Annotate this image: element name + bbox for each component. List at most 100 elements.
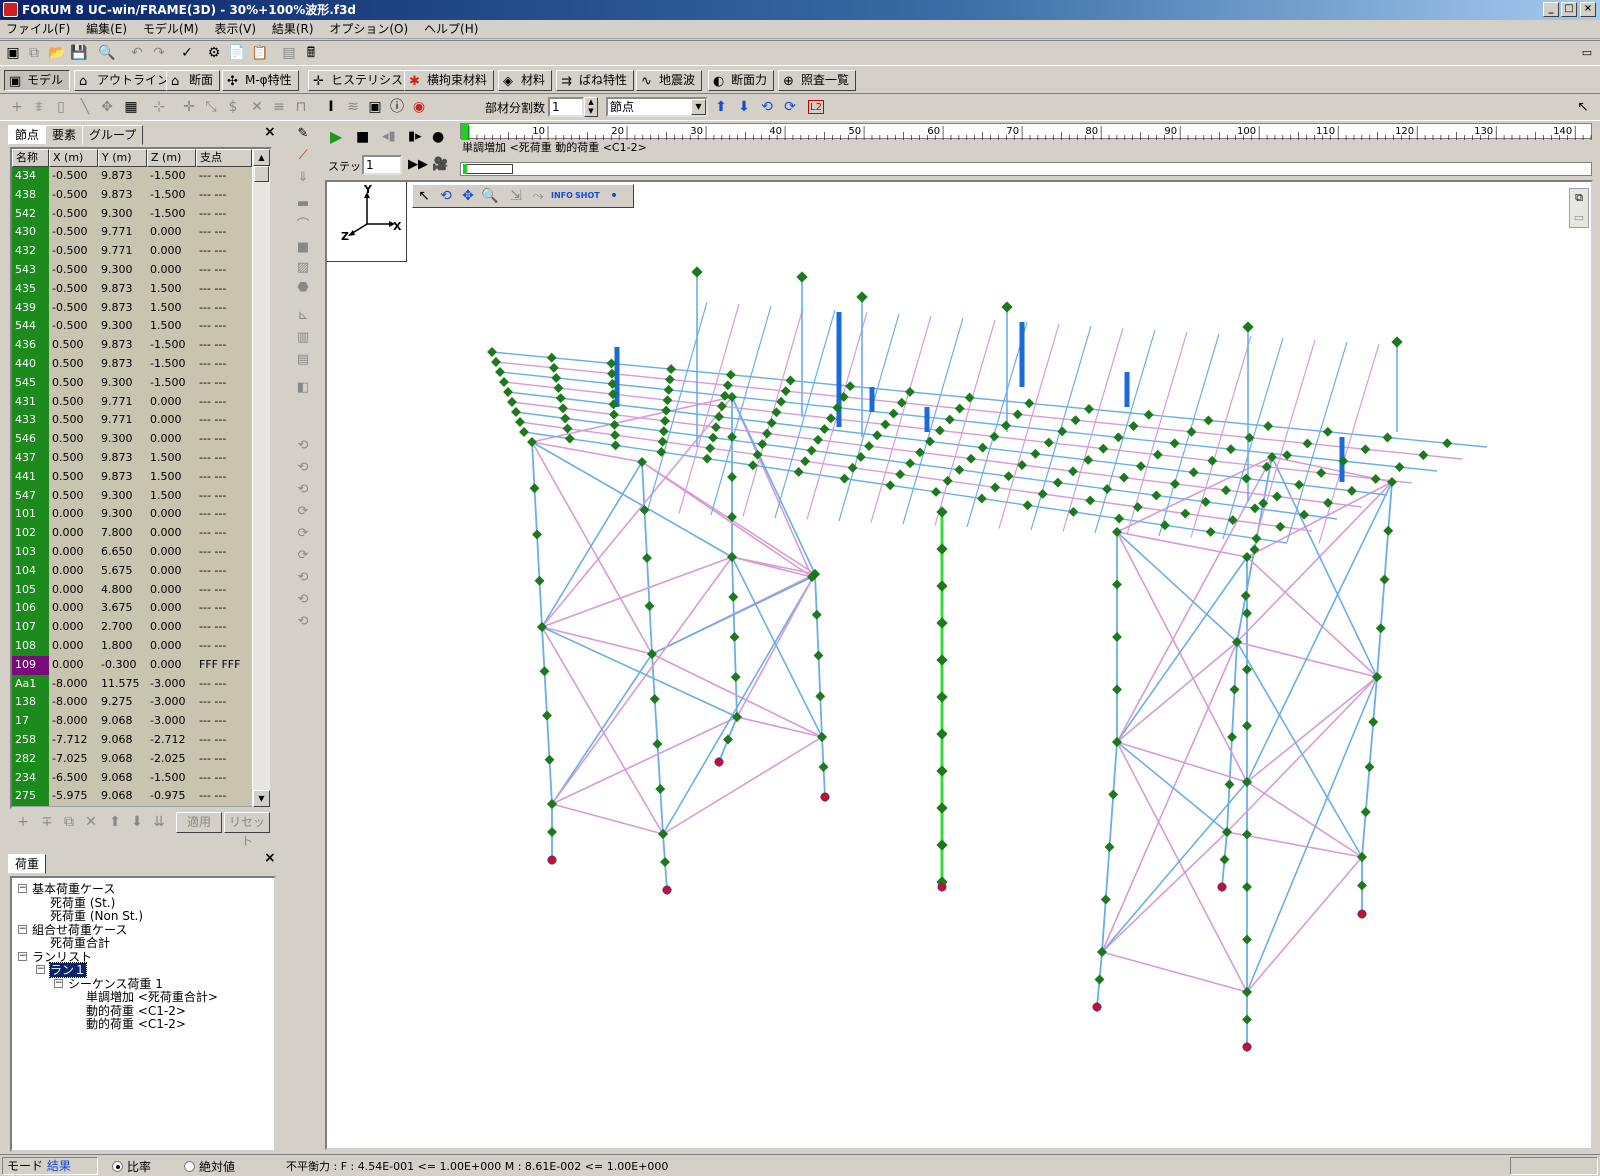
table-row[interactable]: 438 -0.500 9.873 -1.500 --- --- [12, 185, 252, 206]
cell-x[interactable]: 0.000 [49, 561, 98, 582]
table-row[interactable]: 108 0.000 1.800 0.000 --- --- [12, 636, 252, 657]
node-marker[interactable] [1112, 684, 1122, 695]
tree-item[interactable]: 死荷重 (St.) [50, 896, 115, 910]
cell-y[interactable]: 5.675 [98, 561, 147, 582]
tab-confinement[interactable]: ✱ 横拘束材料 [404, 70, 495, 91]
node-marker[interactable] [1068, 466, 1078, 477]
node-marker[interactable] [487, 347, 497, 357]
cell-y[interactable]: 9.068 [98, 787, 147, 807]
cell-x[interactable]: -6.500 [49, 768, 98, 789]
load-up-icon[interactable]: ⬆ [712, 98, 730, 116]
node-marker[interactable] [1379, 574, 1390, 585]
node-marker[interactable] [515, 417, 525, 427]
node-marker[interactable] [1135, 461, 1146, 472]
node-marker[interactable] [944, 414, 955, 425]
node-marker[interactable] [811, 609, 822, 620]
tab-loads[interactable]: 荷重 [8, 854, 47, 874]
cell-support[interactable]: --- --- [196, 618, 252, 638]
node-marker[interactable] [714, 411, 724, 422]
cell-z[interactable]: 1.500 [147, 467, 196, 488]
cell-y[interactable]: 9.771 [98, 411, 147, 432]
cell-name[interactable]: 282 [12, 749, 49, 770]
cell-name[interactable]: 441 [12, 467, 49, 488]
settings-icon[interactable]: 🖩 [302, 44, 320, 62]
node-marker[interactable] [560, 413, 571, 424]
restore-panel-icon[interactable]: ▭ [1578, 44, 1596, 62]
tab-groups[interactable]: グループ [82, 125, 144, 145]
cell-x[interactable]: 0.000 [49, 524, 98, 544]
node-marker[interactable] [725, 369, 736, 380]
node-marker[interactable] [1143, 409, 1154, 420]
tree-item[interactable]: ラン１ [48, 962, 88, 978]
table-row[interactable]: 103 0.000 6.650 0.000 --- --- [12, 542, 252, 563]
cell-name[interactable]: 542 [12, 204, 49, 225]
table-row[interactable]: 435 -0.500 9.873 1.500 --- --- [12, 279, 252, 300]
node-marker[interactable] [1394, 462, 1405, 472]
node-marker[interactable] [1100, 894, 1111, 905]
cell-y[interactable]: 9.300 [98, 486, 147, 507]
cell-name[interactable]: 435 [12, 279, 49, 300]
node-marker[interactable] [727, 472, 737, 482]
node-marker[interactable] [1360, 444, 1371, 455]
node-marker[interactable] [1370, 474, 1381, 484]
cell-y[interactable]: 3.675 [98, 599, 147, 620]
record-icon[interactable]: ● [432, 128, 450, 146]
cell-name[interactable]: 437 [12, 448, 49, 469]
node-marker[interactable] [691, 266, 703, 278]
cube-icon[interactable]: ◧ [293, 379, 313, 397]
table-row[interactable]: 543 -0.500 9.300 0.000 --- --- [12, 260, 252, 281]
close-button[interactable]: × [1580, 2, 1596, 17]
node-marker[interactable] [1225, 444, 1236, 455]
node-marker[interactable] [1391, 336, 1403, 348]
cell-support[interactable]: --- --- [196, 448, 252, 469]
node-marker[interactable] [666, 364, 677, 375]
add-member-icon[interactable]: ⩨ [30, 98, 48, 116]
node-marker[interactable] [534, 575, 545, 586]
cell-support[interactable]: --- --- [196, 599, 252, 620]
camera-icon[interactable]: 🎥 [432, 157, 448, 172]
cell-support[interactable]: --- --- [196, 580, 252, 601]
cell-support[interactable]: --- --- [196, 336, 252, 356]
cell-name[interactable]: 138 [12, 693, 49, 714]
node-marker[interactable] [880, 419, 891, 430]
cell-z[interactable]: -3.000 [147, 712, 196, 732]
node-marker[interactable] [705, 443, 716, 454]
cell-support[interactable]: --- --- [196, 730, 252, 751]
open-icon[interactable]: 📂 [48, 44, 66, 62]
node-marker[interactable] [642, 553, 652, 563]
rotate-y-icon[interactable]: ⟲ [293, 459, 313, 477]
node-marker[interactable] [1001, 420, 1011, 431]
tree-item[interactable]: 死荷重合計 [50, 936, 110, 950]
node-marker[interactable] [936, 765, 948, 777]
cell-x[interactable]: -8.000 [49, 712, 98, 732]
insert-row-icon[interactable]: ∓ [38, 813, 56, 831]
cell-support[interactable]: --- --- [196, 693, 252, 714]
tab-check-list[interactable]: ⊕ 照査一覧 [778, 70, 857, 91]
node-marker[interactable] [1242, 321, 1254, 333]
wave-icon[interactable]: ≋ [344, 98, 362, 116]
node-marker[interactable] [905, 458, 916, 469]
table-row[interactable]: 104 0.000 5.675 0.000 --- --- [12, 561, 252, 582]
cell-y[interactable]: 9.300 [98, 505, 147, 526]
node-marker[interactable] [942, 475, 953, 486]
view-2-icon[interactable]: ⟲ [293, 591, 313, 609]
node-marker[interactable] [655, 784, 666, 794]
tab-section-force[interactable]: ◐ 断面力 [708, 70, 775, 91]
tree-group[interactable]: ランリスト [32, 950, 92, 964]
node-marker[interactable] [1241, 473, 1252, 484]
table-row[interactable]: 434 -0.500 9.873 -1.500 --- --- [12, 167, 252, 187]
node-marker[interactable] [766, 417, 777, 428]
node-marker[interactable] [547, 827, 557, 837]
node-marker[interactable] [936, 580, 948, 592]
cell-name[interactable]: 438 [12, 185, 49, 206]
cell-support[interactable]: --- --- [196, 768, 252, 789]
node-marker[interactable] [1186, 426, 1197, 437]
node-marker[interactable] [825, 413, 836, 424]
node-marker[interactable] [1249, 503, 1260, 514]
node-marker[interactable] [658, 829, 668, 839]
cell-x[interactable]: -5.975 [49, 787, 98, 807]
target-icon[interactable]: ◉ [410, 98, 428, 116]
node-marker[interactable] [977, 442, 988, 453]
graph-icon[interactable]: ⟋ [293, 147, 313, 165]
split-icon[interactable]: ⊹ [150, 98, 168, 116]
